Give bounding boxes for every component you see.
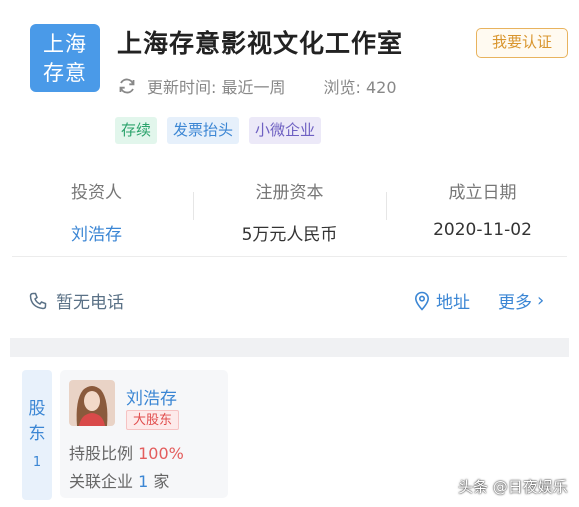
- avatar: [69, 380, 115, 426]
- stat-founded: 成立日期 2020-11-02: [386, 172, 579, 242]
- address-label: 地址: [436, 293, 470, 313]
- section-separator: [10, 338, 569, 357]
- more-button[interactable]: 更多 ›: [498, 288, 544, 313]
- stat-label: 注册资本: [255, 183, 324, 203]
- tag-invoice-title[interactable]: 发票抬头: [167, 117, 240, 144]
- related-companies-row: 关联企业 1 家: [69, 468, 169, 492]
- meta-row: 更新时间: 最近一周 浏览: 420: [117, 74, 397, 98]
- stat-label: 投资人: [71, 183, 122, 203]
- logo-line-2: 存意: [43, 61, 87, 85]
- related-unit: 家: [153, 472, 170, 491]
- claim-button[interactable]: 我要认证: [476, 28, 568, 58]
- address-button[interactable]: 地址: [414, 288, 470, 313]
- tab-char-2: 东: [28, 424, 46, 444]
- shareholder-tab-label: 股 东: [22, 397, 52, 447]
- share-ratio-label: 持股比例: [69, 444, 134, 463]
- tab-char-1: 股: [28, 399, 46, 419]
- related-label: 关联企业: [69, 472, 134, 491]
- company-logo: 上海 存意: [30, 24, 100, 92]
- more-label: 更多: [498, 293, 532, 313]
- stat-value: 2020-11-02: [433, 220, 532, 240]
- share-ratio-row: 持股比例 100%: [69, 440, 184, 464]
- major-shareholder-badge: 大股东: [126, 410, 180, 430]
- tag-status[interactable]: 存续: [115, 117, 158, 144]
- stat-value: 5万元人民币: [241, 225, 338, 245]
- investor-link[interactable]: 刘浩存: [0, 220, 193, 245]
- chevron-right-icon: ›: [537, 290, 545, 311]
- shareholder-count: 1: [32, 455, 42, 470]
- key-info: 投资人 刘浩存 注册资本 5万元人民币 成立日期 2020-11-02: [0, 172, 579, 245]
- shareholder-name[interactable]: 刘浩存: [126, 384, 177, 409]
- shareholder-card[interactable]: 刘浩存 大股东 持股比例 100% 关联企业 1 家: [60, 370, 228, 498]
- stat-label: 成立日期: [448, 183, 517, 203]
- location-pin-icon: [414, 291, 430, 311]
- phone-text: 暂无电话: [56, 293, 124, 313]
- stat-capital: 注册资本 5万元人民币: [193, 172, 386, 245]
- watermark: 头条 @日夜娱乐: [458, 478, 568, 496]
- shareholder-tab[interactable]: 股 东 1: [22, 370, 52, 500]
- company-name: 上海存意影视文化工作室: [117, 29, 404, 58]
- share-ratio-value: 100%: [138, 444, 184, 463]
- stat-investor: 投资人 刘浩存: [0, 172, 193, 245]
- updated-time: 更新时间: 最近一周: [147, 78, 286, 97]
- view-count: 浏览: 420: [323, 78, 397, 97]
- divider: [12, 256, 567, 257]
- related-count[interactable]: 1: [138, 472, 148, 491]
- logo-line-1: 上海: [43, 32, 87, 56]
- phone-row[interactable]: 暂无电话: [28, 288, 124, 313]
- tag-small-business[interactable]: 小微企业: [249, 117, 322, 144]
- phone-icon: [29, 292, 47, 309]
- refresh-icon[interactable]: [117, 76, 137, 96]
- tag-list: 存续 发票抬头 小微企业: [115, 117, 322, 144]
